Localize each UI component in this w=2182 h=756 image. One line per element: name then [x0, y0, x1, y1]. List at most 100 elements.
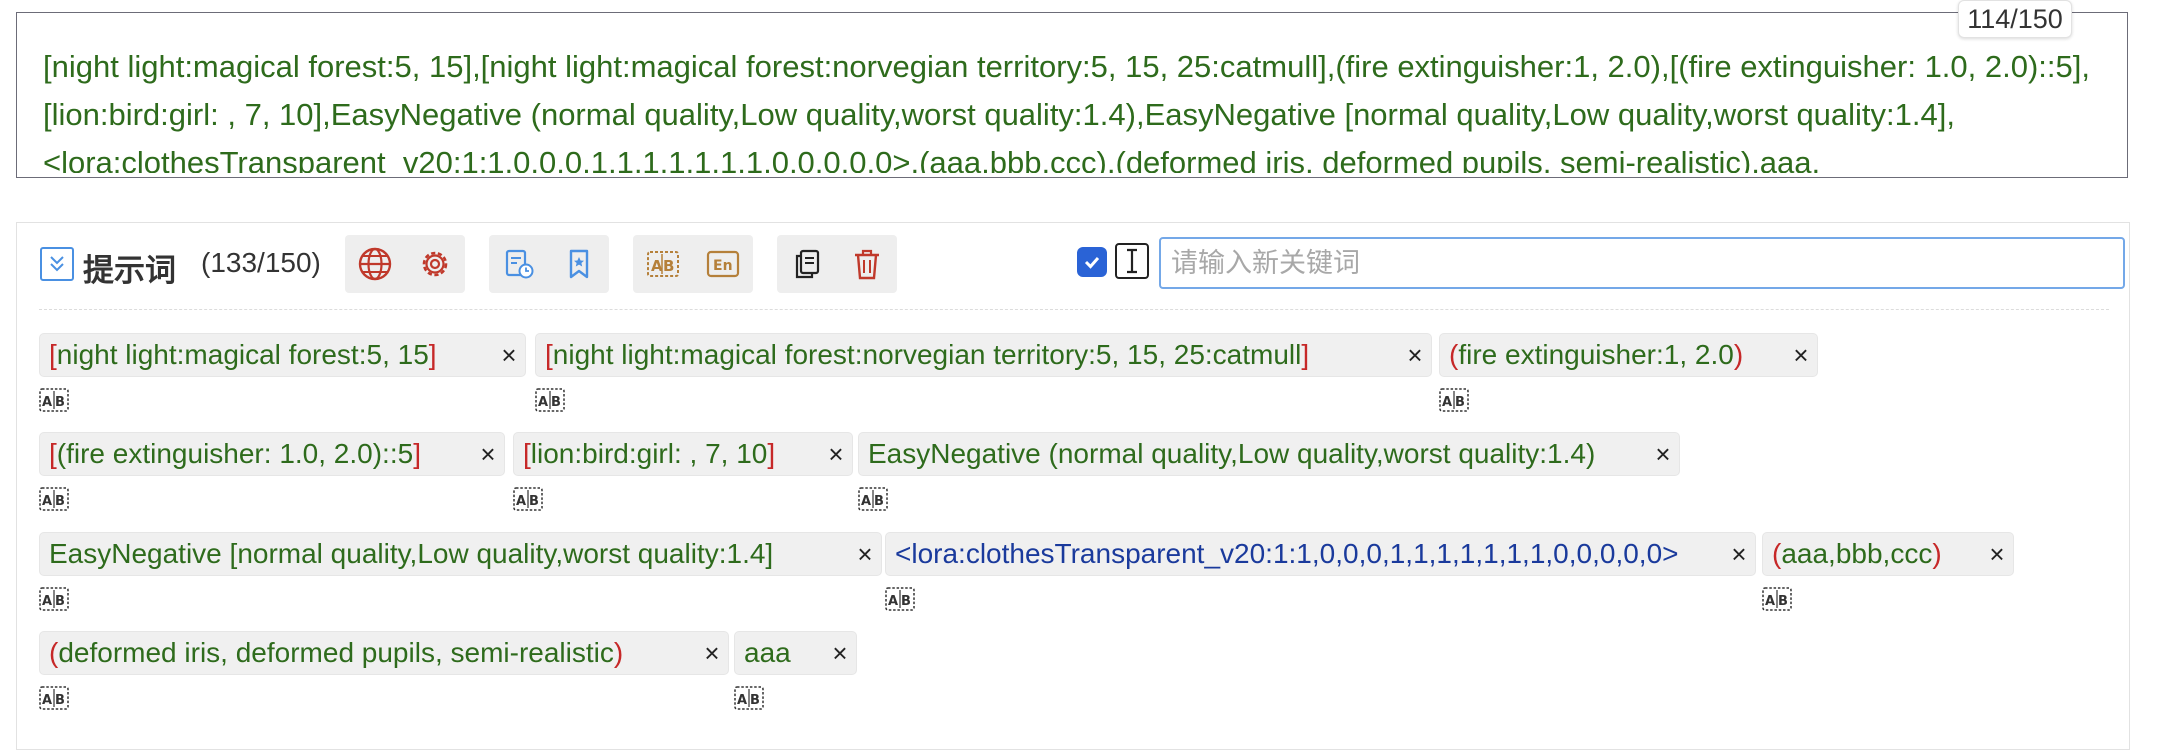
tag-translate-icon[interactable]: AB: [1762, 587, 1792, 611]
svg-text:A: A: [538, 395, 548, 410]
tag-translate-icon[interactable]: AB: [39, 487, 69, 511]
tag-close-bracket: ): [613, 637, 624, 668]
tag-open-bracket: [: [49, 438, 57, 469]
svg-text:A: A: [1765, 594, 1775, 609]
svg-text:B: B: [55, 494, 65, 509]
enable-checkbox[interactable]: [1077, 247, 1107, 277]
svg-text:B: B: [1455, 395, 1465, 410]
prompt-panel: 提示词 (133/150) AB En 请输入新关键词 [night light…: [16, 222, 2130, 750]
panel-title: 提示词: [83, 253, 176, 288]
svg-text:B: B: [1778, 594, 1788, 609]
svg-text:A: A: [42, 594, 52, 609]
tag-open-bracket: (: [49, 637, 59, 668]
keyword-tag[interactable]: (deformed iris, deformed pupils, semi-re…: [39, 631, 729, 675]
panel-count: (133/150): [201, 247, 321, 278]
tag-open-bracket: (: [1772, 538, 1782, 569]
tag-close-bracket: ]: [428, 339, 437, 370]
tag-remove-icon[interactable]: ×: [855, 533, 875, 575]
svg-text:A: A: [861, 494, 871, 509]
keyword-tag[interactable]: (fire extinguisher:1, 2.0) ×: [1439, 333, 1818, 377]
tag-remove-icon[interactable]: ×: [499, 334, 519, 376]
svg-text:A: A: [1442, 395, 1452, 410]
keyword-tag[interactable]: <lora:clothesTransparent_v20:1:1,0,0,0,1…: [885, 532, 1756, 576]
svg-text:B: B: [529, 494, 539, 509]
svg-text:B: B: [55, 594, 65, 609]
tag-remove-icon[interactable]: ×: [702, 632, 722, 674]
collapse-toggle-icon[interactable]: [40, 247, 74, 281]
keyword-tag[interactable]: [night light:magical forest:norvegian te…: [535, 333, 1432, 377]
keyword-tag[interactable]: EasyNegative [normal quality,Low quality…: [39, 532, 882, 576]
tag-translate-icon[interactable]: AB: [513, 487, 543, 511]
tag-label: <lora:clothesTransparent_v20:1:1,0,0,0,1…: [895, 538, 1679, 569]
panel-toolbar: 提示词 (133/150) AB En: [17, 223, 2129, 311]
tag-translate-icon[interactable]: AB: [535, 388, 565, 412]
tag-label: night light:magical forest:5, 15: [56, 339, 429, 370]
tag-remove-icon[interactable]: ×: [1653, 433, 1673, 475]
tag-translate-icon[interactable]: AB: [39, 587, 69, 611]
toolbar-group-edit: [777, 235, 897, 293]
tag-label: deformed iris, deformed pupils, semi-rea…: [58, 637, 614, 668]
svg-text:A: A: [42, 494, 52, 509]
tag-label: aaa: [744, 637, 791, 668]
svg-text:A: A: [42, 693, 52, 708]
tag-remove-icon[interactable]: ×: [830, 632, 850, 674]
keyword-tag[interactable]: EasyNegative (normal quality,Low quality…: [858, 432, 1680, 476]
svg-text:A: A: [651, 257, 663, 275]
keyword-tag[interactable]: aaa ×: [734, 631, 857, 675]
tag-translate-icon[interactable]: AB: [39, 686, 69, 710]
tag-label: night light:magical forest:norvegian ter…: [552, 339, 1302, 370]
tag-translate-icon[interactable]: AB: [39, 388, 69, 412]
keyword-tag[interactable]: (aaa,bbb,ccc) ×: [1762, 532, 2014, 576]
tag-close-bracket: ]: [413, 438, 421, 469]
svg-text:B: B: [55, 395, 65, 410]
tag-label: (fire extinguisher: 1.0, 2.0)::5: [56, 438, 414, 469]
keyword-tag[interactable]: [(fire extinguisher: 1.0, 2.0)::5] ×: [39, 432, 505, 476]
translate-icon[interactable]: AB: [633, 235, 693, 293]
tag-remove-icon[interactable]: ×: [1791, 334, 1811, 376]
tag-open-bracket: (: [1449, 339, 1459, 370]
tag-remove-icon[interactable]: ×: [1729, 533, 1749, 575]
keyword-tag[interactable]: [lion:bird:girl: , 7, 10] ×: [513, 432, 853, 476]
globe-icon[interactable]: [345, 235, 405, 293]
tag-close-bracket: ]: [767, 438, 776, 469]
svg-text:A: A: [737, 693, 747, 708]
tag-translate-icon[interactable]: AB: [734, 686, 764, 710]
toolbar-divider: [39, 309, 2109, 310]
tag-remove-icon[interactable]: ×: [1987, 533, 2007, 575]
svg-text:B: B: [55, 693, 65, 708]
prompt-textarea[interactable]: [night light:magical forest:5, 15],[nigh…: [16, 12, 2128, 178]
copy-icon[interactable]: [777, 235, 837, 293]
english-icon[interactable]: En: [693, 235, 753, 293]
tag-close-bracket: ]: [1301, 339, 1310, 370]
svg-text:A: A: [888, 594, 898, 609]
tag-remove-icon[interactable]: ×: [1405, 334, 1425, 376]
tag-open-bracket: [: [523, 438, 531, 469]
new-keyword-input[interactable]: [1159, 237, 2125, 289]
prompt-textarea-text[interactable]: [night light:magical forest:5, 15],[nigh…: [43, 43, 2113, 173]
svg-text:A: A: [516, 494, 526, 509]
svg-text:B: B: [663, 257, 674, 275]
trash-icon[interactable]: [837, 235, 897, 293]
toolbar-group-history: [489, 235, 609, 293]
history-icon[interactable]: [489, 235, 549, 293]
tag-translate-icon[interactable]: AB: [858, 487, 888, 511]
tag-translate-icon[interactable]: AB: [885, 587, 915, 611]
tag-label: aaa,bbb,ccc: [1781, 538, 1933, 569]
tag-remove-icon[interactable]: ×: [478, 433, 498, 475]
tag-label: lion:bird:girl: , 7, 10: [530, 438, 768, 469]
toolbar-group-translate: AB En: [633, 235, 753, 293]
tag-label: EasyNegative (normal quality,Low quality…: [868, 438, 1596, 469]
tag-remove-icon[interactable]: ×: [826, 433, 846, 475]
toolbar-group-settings: [345, 235, 465, 293]
svg-text:B: B: [901, 594, 911, 609]
keyword-tag[interactable]: [night light:magical forest:5, 15] ×: [39, 333, 526, 377]
tag-translate-icon[interactable]: AB: [1439, 388, 1469, 412]
tag-label: EasyNegative [normal quality,Low quality…: [49, 538, 774, 569]
bookmark-icon[interactable]: [549, 235, 609, 293]
svg-text:B: B: [874, 494, 884, 509]
svg-text:En: En: [713, 258, 733, 274]
text-cursor-icon[interactable]: [1115, 243, 1149, 279]
gear-icon[interactable]: [405, 235, 465, 293]
svg-text:A: A: [42, 395, 52, 410]
tag-close-bracket: ): [1733, 339, 1744, 370]
